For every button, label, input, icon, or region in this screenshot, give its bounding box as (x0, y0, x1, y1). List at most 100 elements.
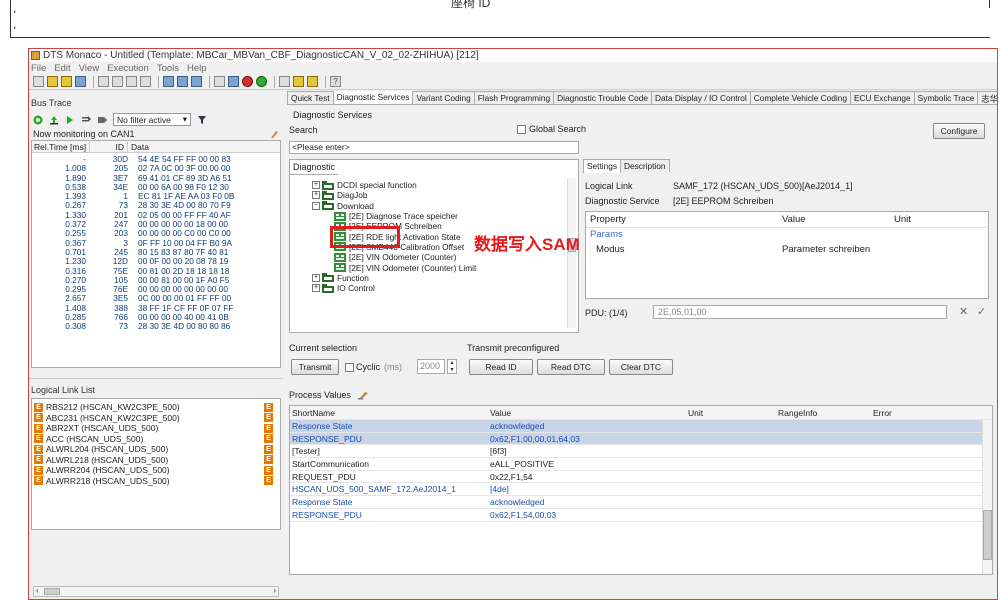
scroll-thumb[interactable] (44, 588, 60, 595)
tree-item[interactable]: [2E] VIN Odometer (Counter) Limit (312, 262, 557, 273)
tab-8[interactable]: Symbolic Trace (913, 91, 979, 104)
interval-spinner[interactable]: ▴ ▾ (447, 359, 457, 374)
start-trace-icon[interactable] (33, 115, 43, 125)
menu-help[interactable]: Help (187, 63, 207, 74)
table-row[interactable]: RESPONSE_PDU 0x62,F1,00,00,01,64,03 (290, 432, 992, 446)
table-row[interactable]: [Tester] [6f3] (290, 445, 992, 459)
tab-1[interactable]: Diagnostic Services (332, 91, 414, 104)
delete-icon[interactable] (140, 76, 151, 87)
table-row[interactable]: REQUEST_PDU 0x22,F1,54 (290, 471, 992, 484)
help-icon[interactable]: ? (330, 76, 341, 87)
clear-icon[interactable] (269, 129, 279, 139)
save-icon[interactable] (75, 76, 86, 87)
tree-item[interactable]: + DCDI special function (312, 180, 557, 190)
tab-settings[interactable]: Settings (583, 159, 621, 173)
menu-execution[interactable]: Execution (107, 63, 149, 74)
tab-4[interactable]: Diagnostic Trouble Code (553, 91, 652, 104)
tab-2[interactable]: Variant Coding (412, 91, 475, 104)
table-row[interactable]: Response State acknowledged (290, 496, 992, 509)
stop-icon[interactable] (228, 76, 239, 87)
layout-2-icon[interactable] (177, 76, 188, 87)
tab-5[interactable]: Data Display / IO Control (651, 91, 751, 104)
table-row[interactable]: Response State acknowledged (290, 420, 992, 433)
confirm-icon[interactable]: ✓ (977, 305, 986, 318)
menu-edit[interactable]: Edit (54, 63, 70, 74)
checkbox[interactable] (517, 124, 526, 134)
tab-description[interactable]: Description (619, 159, 670, 172)
paste-icon[interactable] (126, 76, 137, 87)
configure-button[interactable]: Configure (933, 123, 985, 139)
transmit-button[interactable]: Transmit (291, 359, 339, 375)
scroll-thumb[interactable] (983, 510, 992, 560)
open-icon[interactable] (47, 76, 58, 87)
cut-icon[interactable] (98, 76, 109, 87)
list-item[interactable]: E ALWRL218 (HSCAN_UDS_500) E (32, 455, 280, 466)
params-row[interactable]: Params (586, 228, 988, 242)
tree-item[interactable]: − Download (312, 201, 557, 211)
list-item[interactable]: E ACC (HSCAN_UDS_500) E (32, 434, 280, 445)
network-icon[interactable] (307, 76, 318, 87)
tree-item[interactable]: [2E] Diagnose Trace speicher (312, 211, 557, 221)
clear-dtc-button[interactable]: Clear DTC (609, 359, 673, 375)
list-item[interactable]: E ABC231 (HSCAN_KW2C3PE_500) E (32, 413, 280, 424)
wand-icon[interactable] (279, 76, 290, 87)
table-row[interactable]: HSCAN_UDS_500_SAMF_172.AeJ2014_1 [4de] (290, 483, 992, 497)
read-dtc-button[interactable]: Read DTC (537, 359, 605, 375)
open-recent-icon[interactable] (61, 76, 72, 87)
tree-item[interactable]: + DiagJob (312, 190, 557, 200)
list-item[interactable]: E ABR2XT (HSCAN_UDS_500) E (32, 423, 280, 434)
table-row[interactable]: StartCommunication eALL_POSITIVE (290, 458, 992, 471)
ecu-icon[interactable] (293, 76, 304, 87)
scroll-left-icon[interactable]: ‹ (36, 586, 39, 595)
menu-tools[interactable]: Tools (157, 63, 179, 74)
list-item[interactable]: E RBS212 (HSCAN_KW2C3PE_500) E (32, 402, 280, 413)
list-item[interactable]: E ALWRR204 (HSCAN_UDS_500) E (32, 465, 280, 476)
tab-7[interactable]: ECU Exchange (849, 91, 915, 104)
horizontal-scrollbar[interactable]: ‹ › (33, 586, 279, 597)
tab-0[interactable]: Quick Test (287, 91, 334, 104)
checkbox[interactable] (345, 362, 354, 372)
forward-icon[interactable] (97, 115, 107, 125)
menu-file[interactable]: File (31, 63, 46, 74)
expand-icon[interactable]: + (312, 284, 320, 293)
clear-icon[interactable]: ✕ (959, 305, 968, 318)
table-row[interactable]: 0.308 73 28 30 3E 4D 00 80 80 86 (32, 322, 280, 332)
run-icon[interactable] (256, 76, 267, 87)
layout-1-icon[interactable] (163, 76, 174, 87)
copy-icon[interactable] (112, 76, 123, 87)
new-icon[interactable] (33, 76, 44, 87)
filter-select[interactable]: No filter active ▾ (113, 113, 191, 126)
expand-icon[interactable]: + (312, 273, 320, 282)
filter-icon[interactable] (197, 115, 207, 125)
play-icon[interactable] (65, 115, 75, 125)
tab-9[interactable]: 志华汽车 (977, 91, 997, 104)
read-id-button[interactable]: Read ID (469, 359, 533, 375)
folder-icon (322, 273, 334, 283)
layout-3-icon[interactable] (191, 76, 202, 87)
modus-row[interactable]: Modus Parameter schreiben (586, 242, 988, 256)
tree-item[interactable]: + Function (312, 273, 557, 283)
cyclic-checkbox[interactable]: Cyclic (ms) (345, 362, 402, 372)
connect-icon[interactable] (214, 76, 225, 87)
tree-item[interactable]: + IO Control (312, 283, 557, 293)
clear-values-icon[interactable] (357, 390, 369, 400)
scroll-right-icon[interactable]: › (273, 586, 276, 595)
tab-diagnostic[interactable]: Diagnostic (290, 160, 339, 175)
expand-icon[interactable]: + (312, 181, 320, 190)
filter-list-icon[interactable] (81, 115, 91, 125)
vertical-scrollbar[interactable] (982, 420, 992, 574)
tab-3[interactable]: Flash Programming (473, 91, 555, 104)
expand-icon[interactable]: + (312, 191, 320, 200)
menu-view[interactable]: View (79, 63, 99, 74)
global-search-checkbox[interactable]: Global Search (517, 124, 586, 134)
tab-6[interactable]: Complete Vehicle Coding (749, 91, 851, 104)
list-item[interactable]: E ALWRR218 (HSCAN_UDS_500) E (32, 476, 280, 487)
interval-input[interactable]: 2000 (417, 359, 445, 374)
list-item[interactable]: E ALWRL204 (HSCAN_UDS_500) E (32, 444, 280, 455)
expand-icon[interactable]: − (312, 201, 320, 210)
table-row[interactable]: RESPONSE_PDU 0x62,F1,54,00,03 (290, 509, 992, 522)
export-icon[interactable] (49, 115, 59, 125)
record-icon[interactable] (242, 76, 253, 87)
pdu-field[interactable]: 2E,05,01,00 (653, 305, 947, 319)
search-input[interactable]: <Please enter> (289, 141, 579, 154)
